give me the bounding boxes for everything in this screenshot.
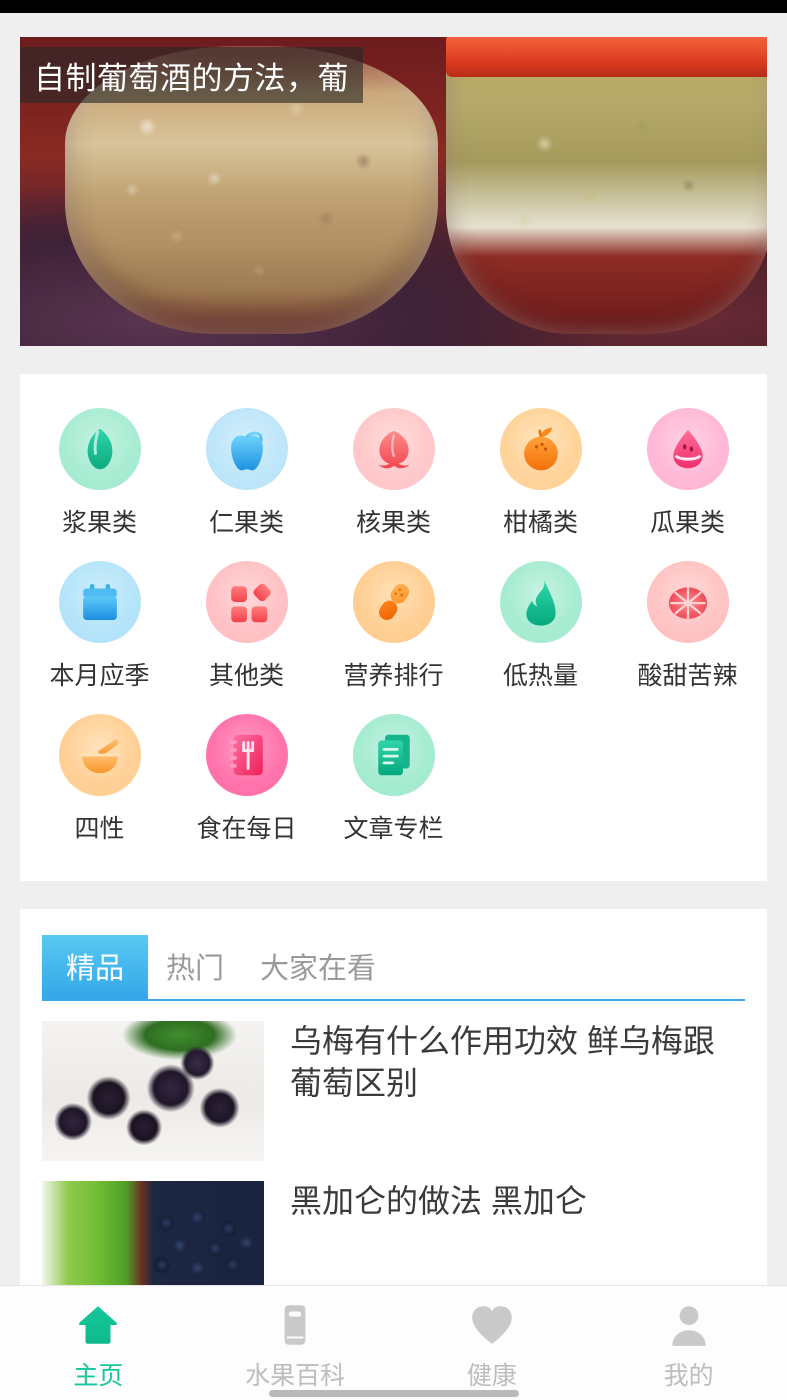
article-list: 乌梅有什么作用功效 鲜乌梅跟葡萄区别黑加仑的做法 黑加仑 — [42, 1001, 745, 1285]
category-item-bowl-spoon[interactable]: 四性 — [26, 702, 173, 855]
watermelon-icon — [646, 408, 729, 490]
category-item-watermelon[interactable]: 瓜果类 — [614, 396, 761, 549]
article-thumbnail — [42, 1181, 264, 1285]
category-label: 浆果类 — [61, 509, 137, 537]
category-label: 仁果类 — [208, 509, 284, 537]
home-icon — [73, 1296, 123, 1354]
article-thumbnail — [42, 1021, 264, 1161]
category-label: 本月应季 — [49, 662, 150, 690]
feed-tabs: 精品 热门 大家在看 — [42, 935, 745, 1001]
nav-label: 水果百科 — [245, 1362, 346, 1390]
category-label: 柑橘类 — [502, 509, 578, 537]
category-item-flame[interactable]: 低热量 — [467, 549, 614, 702]
document-icon — [352, 714, 435, 796]
app-root: 自制葡萄酒的方法，葡 浆果类 仁果类 核果类 柑橘类 瓜果类本月应季 其他类 营养排行 低热量… — [0, 0, 787, 1400]
scrollable-content[interactable]: 自制葡萄酒的方法，葡 浆果类 仁果类 核果类 柑橘类 瓜果类本月应季 其他类 营养排行 低热量… — [0, 13, 787, 1285]
category-label: 食在每日 — [196, 815, 297, 843]
category-label: 营养排行 — [343, 662, 444, 690]
nav-item-home[interactable]: 主页 — [0, 1296, 197, 1392]
nav-label: 健康 — [466, 1362, 517, 1390]
recipe-book-icon — [205, 714, 288, 796]
category-item-document[interactable]: 文章专栏 — [320, 702, 467, 855]
category-item-apple[interactable]: 仁果类 — [173, 396, 320, 549]
article-title: 黑加仑的做法 黑加仑 — [290, 1183, 587, 1219]
category-label: 瓜果类 — [649, 509, 725, 537]
feed-tab-0[interactable]: 精品 — [42, 935, 149, 999]
article-item[interactable]: 乌梅有什么作用功效 鲜乌梅跟葡萄区别 — [42, 1001, 745, 1161]
nav-item-book[interactable]: 水果百科 — [197, 1296, 394, 1392]
heart-icon — [467, 1296, 517, 1354]
category-item-calendar[interactable]: 本月应季 — [26, 549, 173, 702]
feed-tab-1[interactable]: 热门 — [148, 935, 242, 999]
category-label: 四性 — [74, 815, 125, 843]
grid-icon — [205, 561, 288, 643]
nav-item-person[interactable]: 我的 — [590, 1296, 787, 1392]
calendar-icon — [58, 561, 141, 643]
article-title: 乌梅有什么作用功效 鲜乌梅跟葡萄区别 — [290, 1023, 715, 1101]
bowl-spoon-icon — [58, 714, 141, 796]
home-indicator — [268, 1390, 519, 1397]
category-item-grapefruit[interactable]: 酸甜苦辣 — [614, 549, 761, 702]
flame-icon — [499, 561, 582, 643]
category-label: 低热量 — [502, 662, 578, 690]
nav-label: 我的 — [663, 1362, 714, 1390]
category-label: 其他类 — [208, 662, 284, 690]
capsule-icon — [352, 561, 435, 643]
apple-icon — [205, 408, 288, 490]
category-label: 核果类 — [355, 509, 431, 537]
category-item-recipe-book[interactable]: 食在每日 — [173, 702, 320, 855]
berry-icon — [58, 408, 141, 490]
book-icon — [270, 1296, 320, 1354]
feed-tab-2[interactable]: 大家在看 — [242, 935, 394, 999]
orange-icon — [499, 408, 582, 490]
nav-label: 主页 — [73, 1362, 124, 1390]
category-item-peach[interactable]: 核果类 — [320, 396, 467, 549]
article-item[interactable]: 黑加仑的做法 黑加仑 — [42, 1161, 745, 1285]
banner-carousel[interactable]: 自制葡萄酒的方法，葡 — [20, 37, 767, 346]
category-grid-card: 浆果类 仁果类 核果类 柑橘类 瓜果类本月应季 其他类 营养排行 低热量 酸甜苦辣四性 食在每日 文… — [20, 374, 767, 881]
wine-jar-right — [445, 37, 767, 334]
category-item-berry[interactable]: 浆果类 — [26, 396, 173, 549]
status-bar — [0, 0, 787, 13]
nav-item-heart[interactable]: 健康 — [394, 1296, 591, 1392]
person-icon — [664, 1296, 714, 1354]
grapefruit-icon — [646, 561, 729, 643]
bottom-navigation: 主页 水果百科 健康 我的 — [0, 1285, 787, 1400]
feed-card: 精品 热门 大家在看 乌梅有什么作用功效 鲜乌梅跟葡萄区别黑加仑的做法 黑加仑 — [20, 909, 767, 1285]
category-item-capsule[interactable]: 营养排行 — [320, 549, 467, 702]
category-item-orange[interactable]: 柑橘类 — [467, 396, 614, 549]
jar-lid-icon — [445, 37, 767, 78]
category-grid: 浆果类 仁果类 核果类 柑橘类 瓜果类本月应季 其他类 营养排行 低热量 酸甜苦辣四性 食在每日 文… — [20, 374, 767, 881]
peach-icon — [352, 408, 435, 490]
banner-title: 自制葡萄酒的方法，葡 — [20, 47, 363, 103]
category-label: 文章专栏 — [343, 815, 444, 843]
category-item-grid[interactable]: 其他类 — [173, 549, 320, 702]
category-label: 酸甜苦辣 — [637, 662, 738, 690]
